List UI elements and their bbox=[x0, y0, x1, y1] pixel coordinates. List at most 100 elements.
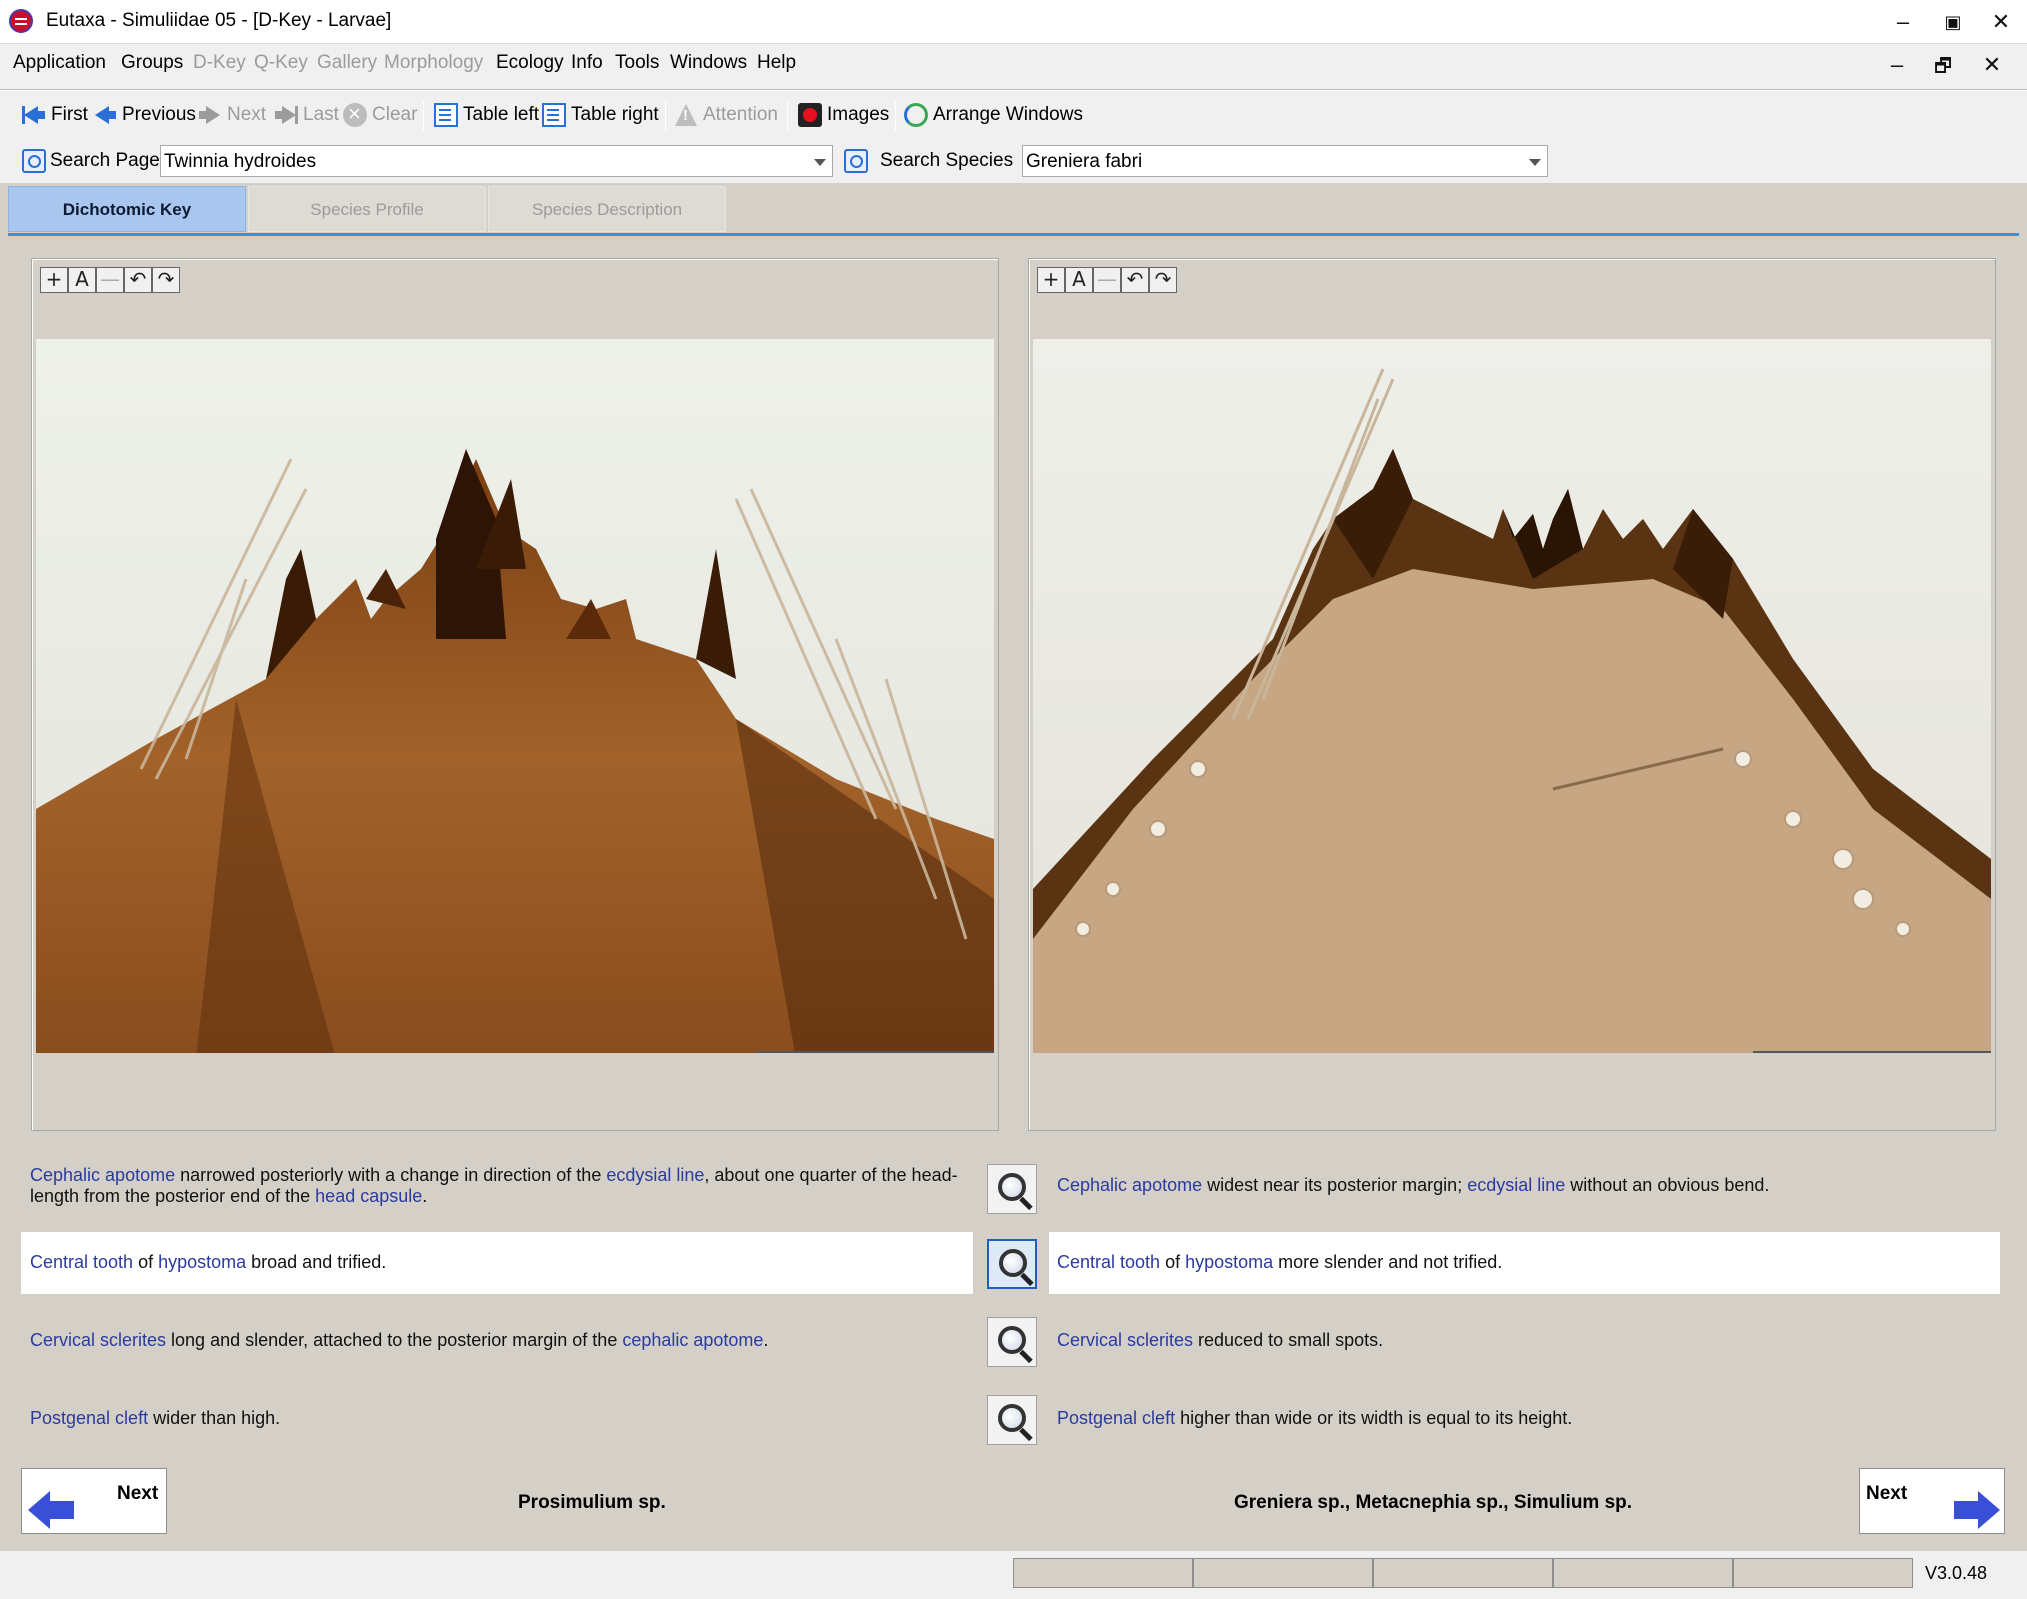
menu-groups[interactable]: Groups bbox=[121, 52, 183, 74]
table-right-button[interactable]: Table right bbox=[542, 101, 659, 129]
menu-tools[interactable]: Tools bbox=[615, 52, 659, 74]
minimize-window-button[interactable]: – bbox=[1880, 6, 1926, 38]
mdi-minimize-button[interactable]: – bbox=[1877, 52, 1917, 82]
zoom-feature-4-icon[interactable] bbox=[987, 1395, 1037, 1445]
chevron-down-icon[interactable] bbox=[1529, 159, 1541, 166]
rotate-right-icon[interactable]: ↷ bbox=[152, 267, 180, 293]
right-image-panel: + A — ↶ ↷ bbox=[1028, 258, 1996, 1131]
menu-windows[interactable]: Windows bbox=[670, 52, 747, 74]
menu-help[interactable]: Help bbox=[757, 52, 796, 74]
glossary-link[interactable]: Central tooth bbox=[1057, 1252, 1160, 1272]
glossary-link[interactable]: ecdysial line bbox=[1467, 1175, 1565, 1195]
glossary-link[interactable]: Cephalic apotome bbox=[1057, 1175, 1202, 1195]
menu-application[interactable]: Application bbox=[13, 52, 106, 74]
menu-q-key[interactable]: Q-Key bbox=[254, 52, 308, 74]
close-window-button[interactable]: ✕ bbox=[1978, 6, 2024, 38]
next-right-button[interactable]: Next bbox=[1859, 1468, 2005, 1534]
zoom-in-icon[interactable]: + bbox=[1037, 267, 1065, 293]
glossary-link[interactable]: Cephalic apotome bbox=[30, 1165, 175, 1185]
glossary-link[interactable]: Cervical sclerites bbox=[30, 1330, 166, 1350]
table-right-icon bbox=[542, 103, 566, 127]
menu-info[interactable]: Info bbox=[571, 52, 603, 74]
glossary-link[interactable]: Postgenal cleft bbox=[30, 1408, 148, 1428]
search-species-icon bbox=[844, 149, 868, 173]
mdi-close-button[interactable]: ✕ bbox=[1972, 52, 2012, 82]
status-cell-1 bbox=[1013, 1558, 1193, 1588]
tab-dichotomic-key[interactable]: Dichotomic Key bbox=[8, 186, 246, 232]
glossary-link[interactable]: hypostoma bbox=[1185, 1252, 1273, 1272]
key-row-left-4[interactable]: Postgenal cleft wider than high. bbox=[21, 1388, 973, 1450]
status-cell-3 bbox=[1373, 1558, 1553, 1588]
key-text-segment: of bbox=[1160, 1252, 1186, 1272]
search-page-combobox[interactable]: Twinnia hydroides bbox=[160, 145, 833, 177]
images-button[interactable]: Images bbox=[798, 101, 889, 129]
next-button[interactable]: Next bbox=[198, 101, 266, 129]
glossary-link[interactable]: Cervical sclerites bbox=[1057, 1330, 1193, 1350]
attention-button[interactable]: Attention bbox=[674, 101, 778, 129]
key-row-left-1[interactable]: Cephalic apotome narrowed posteriorly wi… bbox=[21, 1155, 973, 1217]
zoom-out-icon[interactable]: — bbox=[96, 267, 124, 293]
right-specimen-image[interactable] bbox=[1033, 339, 1991, 1053]
chevron-down-icon[interactable] bbox=[814, 159, 826, 166]
zoom-feature-3-icon[interactable] bbox=[987, 1317, 1037, 1367]
table-left-button[interactable]: Table left bbox=[434, 101, 539, 129]
auto-fit-icon[interactable]: A bbox=[1065, 267, 1093, 293]
search-species-combobox[interactable]: Greniera fabri bbox=[1022, 145, 1548, 177]
key-row-left-2[interactable]: Central tooth of hypostoma broad and tri… bbox=[21, 1232, 973, 1294]
zoom-feature-2-icon[interactable] bbox=[987, 1239, 1037, 1289]
key-text-segment: . bbox=[763, 1330, 769, 1350]
rotate-right-icon[interactable]: ↷ bbox=[1149, 267, 1177, 293]
key-text-segment: without an obvious bend. bbox=[1565, 1175, 1770, 1195]
auto-fit-icon[interactable]: A bbox=[68, 267, 96, 293]
glossary-link[interactable]: cephalic apotome bbox=[622, 1330, 763, 1350]
key-row-right-1[interactable]: Cephalic apotome widest near its posteri… bbox=[1049, 1155, 2000, 1217]
key-row-right-2[interactable]: Central tooth of hypostoma more slender … bbox=[1049, 1232, 2000, 1294]
glossary-link[interactable]: head capsule bbox=[315, 1186, 422, 1206]
images-icon bbox=[798, 103, 822, 127]
search-bar: Search Page Twinnia hydroides Search Spe… bbox=[0, 138, 2027, 184]
key-text-segment: long and slender, attached to the poster… bbox=[166, 1330, 623, 1350]
app-logo-icon bbox=[9, 9, 33, 33]
version-label: V3.0.48 bbox=[1924, 1563, 1987, 1583]
glossary-link[interactable]: Postgenal cleft bbox=[1057, 1408, 1175, 1428]
key-text-segment: of bbox=[133, 1252, 159, 1272]
menu-ecology[interactable]: Ecology bbox=[496, 52, 564, 74]
glossary-link[interactable]: ecdysial line bbox=[606, 1165, 704, 1185]
arrow-right-icon bbox=[198, 103, 222, 127]
zoom-feature-1-icon[interactable] bbox=[987, 1164, 1037, 1214]
menu-bar: Application Groups D-Key Q-Key Gallery M… bbox=[0, 44, 2027, 90]
key-row-left-3[interactable]: Cervical sclerites long and slender, att… bbox=[21, 1310, 973, 1372]
maximize-window-button[interactable]: ▣ bbox=[1930, 6, 1976, 38]
rotate-left-icon[interactable]: ↶ bbox=[124, 267, 152, 293]
menu-gallery[interactable]: Gallery bbox=[317, 52, 377, 74]
glossary-link[interactable]: Central tooth bbox=[30, 1252, 133, 1272]
title-bar: Eutaxa - Simuliidae 05 - [D-Key - Larvae… bbox=[0, 0, 2027, 44]
tab-species-profile[interactable]: Species Profile bbox=[248, 186, 486, 232]
key-text-left-3: Cervical sclerites long and slender, att… bbox=[30, 1330, 970, 1351]
last-button[interactable]: Last bbox=[274, 101, 339, 129]
window-title: Eutaxa - Simuliidae 05 - [D-Key - Larvae… bbox=[46, 10, 392, 31]
key-text-segment: broad and trified. bbox=[246, 1252, 387, 1272]
status-cell-5 bbox=[1733, 1558, 1913, 1588]
clear-button[interactable]: Clear bbox=[343, 101, 417, 129]
previous-button[interactable]: Previous bbox=[93, 101, 196, 129]
menu-d-key[interactable]: D-Key bbox=[193, 52, 246, 74]
arrow-left-icon bbox=[93, 103, 117, 127]
next-left-button[interactable]: Next bbox=[21, 1468, 167, 1534]
rotate-left-icon[interactable]: ↶ bbox=[1121, 267, 1149, 293]
left-specimen-image[interactable] bbox=[36, 339, 994, 1053]
arrange-windows-icon bbox=[904, 103, 928, 127]
tab-species-description[interactable]: Species Description bbox=[488, 186, 726, 232]
arrange-windows-button[interactable]: Arrange Windows bbox=[904, 101, 1083, 129]
mdi-restore-button[interactable]: 🗗 bbox=[1923, 52, 1963, 82]
first-button[interactable]: First bbox=[22, 101, 88, 129]
key-row-right-3[interactable]: Cervical sclerites reduced to small spot… bbox=[1049, 1310, 2000, 1372]
status-cell-2 bbox=[1193, 1558, 1373, 1588]
zoom-in-icon[interactable]: + bbox=[40, 267, 68, 293]
glossary-link[interactable]: hypostoma bbox=[158, 1252, 246, 1272]
menu-morphology[interactable]: Morphology bbox=[384, 52, 483, 74]
table-left-icon bbox=[434, 103, 458, 127]
key-row-right-4[interactable]: Postgenal cleft higher than wide or its … bbox=[1049, 1388, 2000, 1450]
first-icon bbox=[22, 103, 46, 127]
zoom-out-icon[interactable]: — bbox=[1093, 267, 1121, 293]
